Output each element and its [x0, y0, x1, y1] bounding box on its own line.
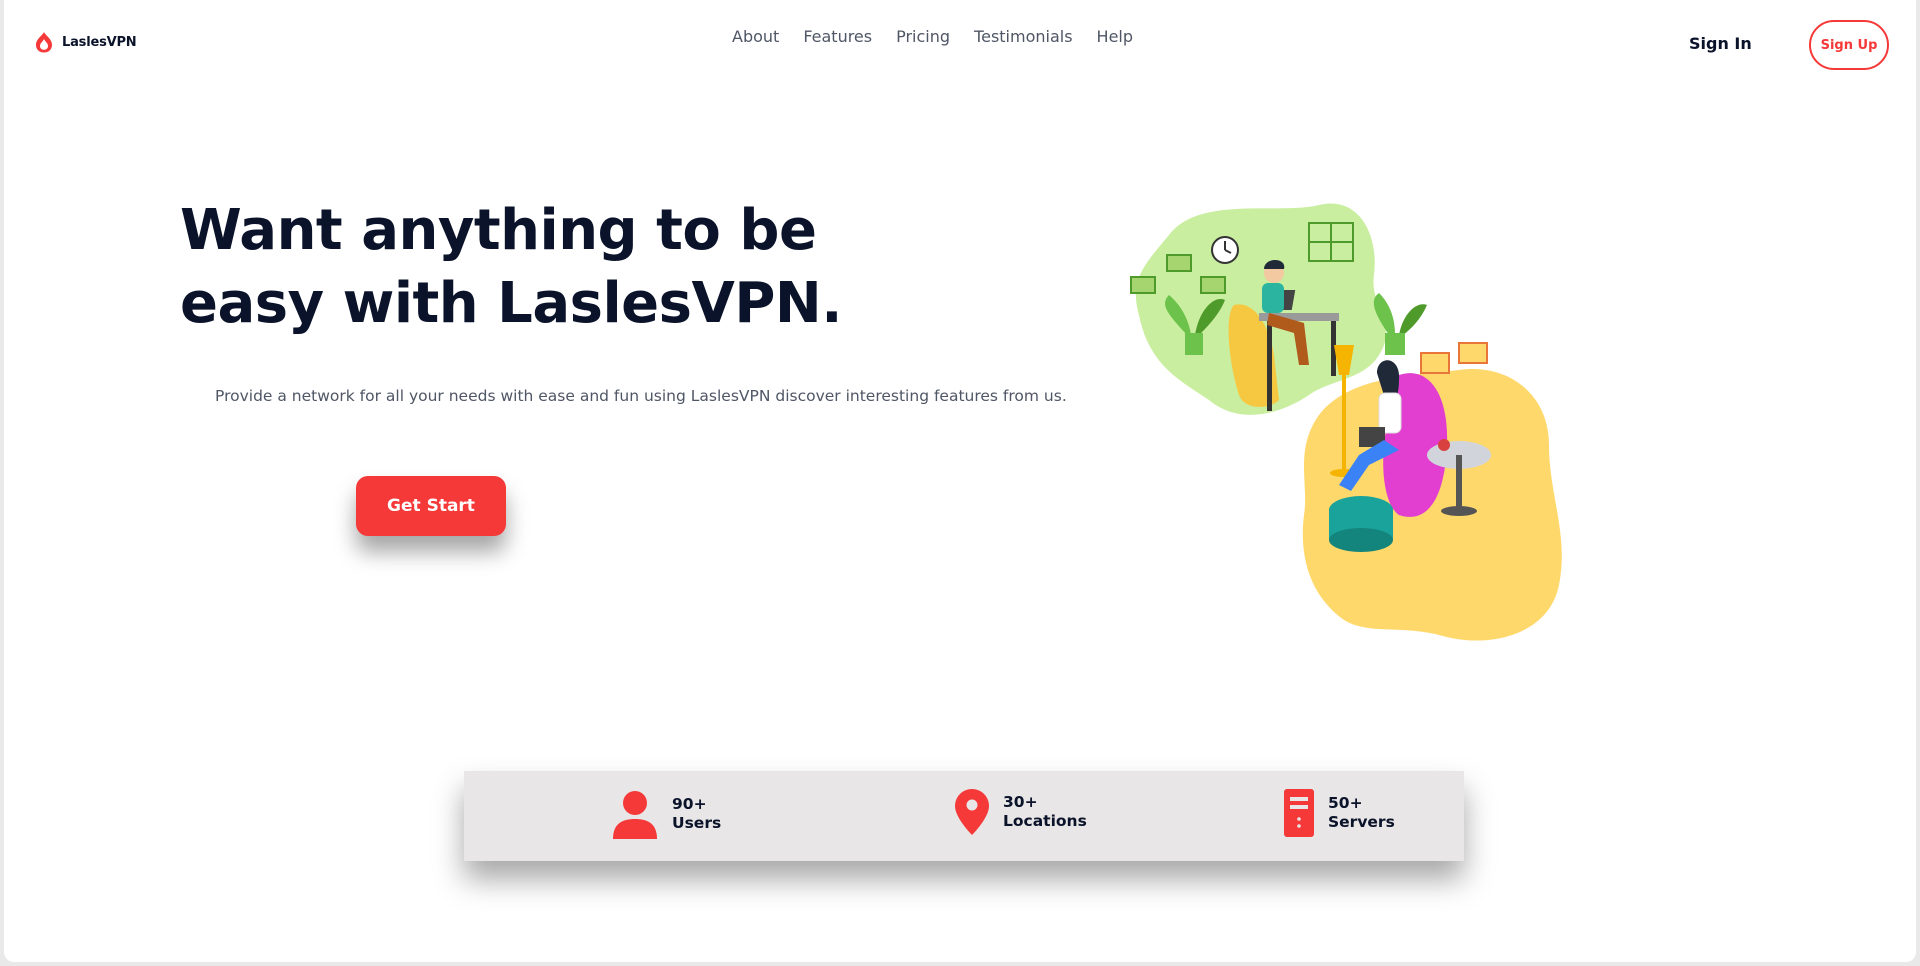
nav-pricing[interactable]: Pricing: [896, 27, 950, 46]
nav-features[interactable]: Features: [803, 27, 872, 46]
headline-line-2: easy with LaslesVPN.: [180, 271, 843, 336]
stat-locations-label: Locations: [1003, 812, 1087, 830]
user-icon: [613, 791, 657, 839]
stat-servers-label: Servers: [1328, 813, 1395, 831]
clock-icon: [1211, 236, 1239, 264]
main-nav: About Features Pricing Testimonials Help: [732, 27, 1133, 46]
stats-panel: 90+ Users 30+ Locations 50+ Servers: [464, 771, 1464, 861]
nav-about[interactable]: About: [732, 27, 779, 46]
logo-icon: [36, 32, 52, 53]
stat-users-value: 90+: [672, 795, 707, 813]
brand-logo[interactable]: LaslesVPN: [32, 30, 137, 54]
stat-users-label: Users: [672, 814, 722, 832]
nav-testimonials[interactable]: Testimonials: [974, 27, 1073, 46]
sign-in-link[interactable]: Sign In: [1689, 34, 1752, 53]
headline-line-1: Want anything to be: [180, 198, 817, 263]
sign-up-button[interactable]: Sign Up: [1809, 20, 1889, 70]
hero-subtitle: Provide a network for all your needs wit…: [215, 387, 1067, 405]
hero-headline: Want anything to be easy with LaslesVPN.: [180, 194, 880, 340]
stat-locations: 30+ Locations: [955, 789, 1087, 835]
location-pin-icon: [955, 789, 989, 835]
logo-text: LaslesVPN: [62, 34, 137, 50]
landing-page: LaslesVPN About Features Pricing Testimo…: [4, 0, 1916, 962]
hero-illustration: [1130, 203, 1562, 641]
stat-users: 90+ Users: [612, 789, 721, 839]
nav-help[interactable]: Help: [1097, 27, 1133, 46]
stat-locations-value: 30+: [1003, 793, 1038, 811]
stat-servers: 50+ Servers: [1284, 789, 1395, 837]
get-start-button[interactable]: Get Start: [356, 476, 506, 536]
server-icon: [1284, 789, 1314, 837]
stat-servers-value: 50+: [1328, 794, 1363, 812]
